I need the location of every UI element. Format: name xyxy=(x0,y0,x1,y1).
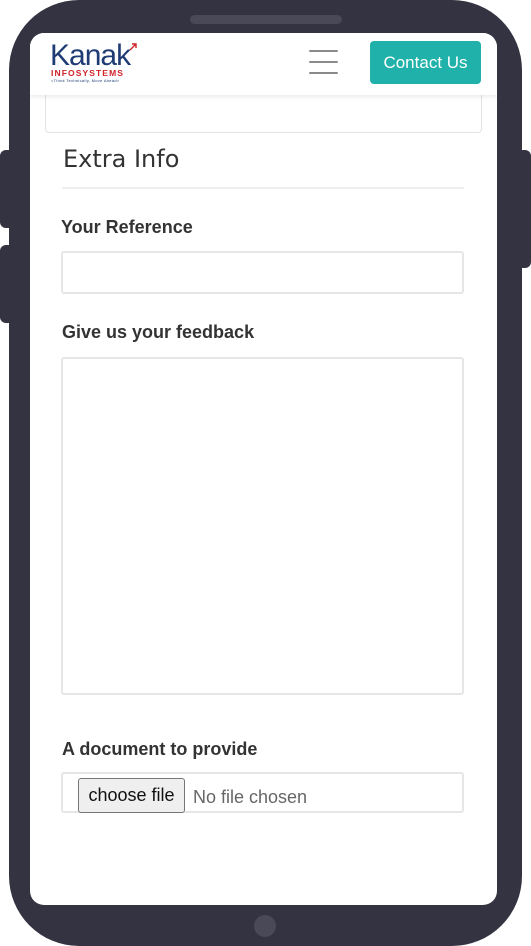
hamburger-line-bottom xyxy=(309,72,338,74)
section-divider xyxy=(62,187,464,189)
document-file-input[interactable]: choose file No file chosen xyxy=(61,772,464,813)
phone-home-button[interactable] xyxy=(254,915,276,937)
logo-subtitle: INFOSYSTEMS xyxy=(51,68,125,78)
top-navbar: Kanak INFOSYSTEMS <Think Technically, Mo… xyxy=(30,33,497,95)
reference-label: Your Reference xyxy=(61,217,193,237)
contact-us-button[interactable]: Contact Us xyxy=(370,41,481,84)
phone-side-button-right xyxy=(517,150,531,268)
phone-side-button-left-lower xyxy=(0,245,14,323)
logo-tagline: <Think Technically, Move Ahead> xyxy=(51,78,120,83)
hamburger-line-top xyxy=(309,50,338,52)
section-title: Extra Info xyxy=(63,145,180,173)
hamburger-menu-icon[interactable] xyxy=(309,50,339,74)
document-label: A document to provide xyxy=(62,739,258,759)
phone-side-button-left-upper xyxy=(0,150,14,228)
phone-screen: Kanak INFOSYSTEMS <Think Technically, Mo… xyxy=(30,33,497,905)
choose-file-button[interactable]: choose file xyxy=(78,778,185,813)
feedback-label: Give us your feedback xyxy=(62,322,255,342)
file-status-text: No file chosen xyxy=(193,787,308,807)
logo-arrow-icon xyxy=(129,43,137,51)
reference-input[interactable] xyxy=(61,251,464,294)
feedback-textarea[interactable] xyxy=(61,357,464,695)
hamburger-line-middle xyxy=(309,61,338,63)
brand-logo[interactable]: Kanak INFOSYSTEMS <Think Technically, Mo… xyxy=(50,39,140,87)
phone-speaker xyxy=(190,15,342,24)
